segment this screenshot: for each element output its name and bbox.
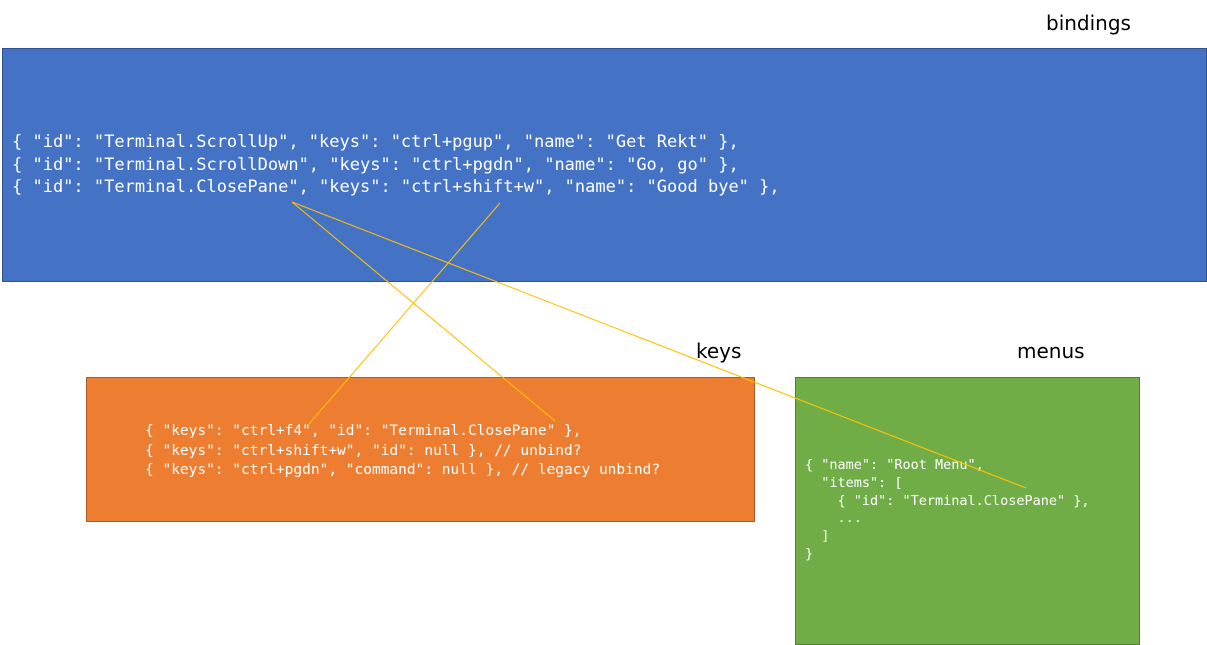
menus-line-3: { "id": "Terminal.ClosePane" }, xyxy=(805,492,1090,509)
bindings-title: bindings xyxy=(1046,11,1131,35)
menus-title: menus xyxy=(1017,339,1085,363)
menus-line-2: "items": [ xyxy=(805,474,903,491)
keys-box: { "keys": "ctrl+f4", "id": "Terminal.Clo… xyxy=(86,377,755,522)
keys-line-ctrl-shift-w: { "keys": "ctrl+shift+w", "id": null }, … xyxy=(145,442,582,459)
menus-line-5: ] xyxy=(805,528,830,545)
bindings-line-scroll-down: { "id": "Terminal.ScrollDown", "keys": "… xyxy=(12,154,739,175)
menus-code: { "name": "Root Menu", "items": [ { "id"… xyxy=(805,457,1089,564)
menus-line-6: } xyxy=(805,545,814,562)
bindings-code: { "id": "Terminal.ScrollUp", "keys": "ct… xyxy=(12,131,780,199)
menus-line-1: { "name": "Root Menu", xyxy=(805,457,984,473)
keys-line-ctrl-f4: { "keys": "ctrl+f4", "id": "Terminal.Clo… xyxy=(145,423,582,439)
menus-line-4: ... xyxy=(805,510,862,527)
keys-code: { "keys": "ctrl+f4", "id": "Terminal.Clo… xyxy=(145,422,660,481)
bindings-line-scroll-up: { "id": "Terminal.ScrollUp", "keys": "ct… xyxy=(12,132,739,152)
keys-line-ctrl-pgdn: { "keys": "ctrl+pgdn", "command": null }… xyxy=(145,462,661,478)
bindings-line-close-pane: { "id": "Terminal.ClosePane", "keys": "c… xyxy=(12,177,780,198)
menus-box: { "name": "Root Menu", "items": [ { "id"… xyxy=(795,377,1140,645)
keys-title: keys xyxy=(696,339,742,363)
